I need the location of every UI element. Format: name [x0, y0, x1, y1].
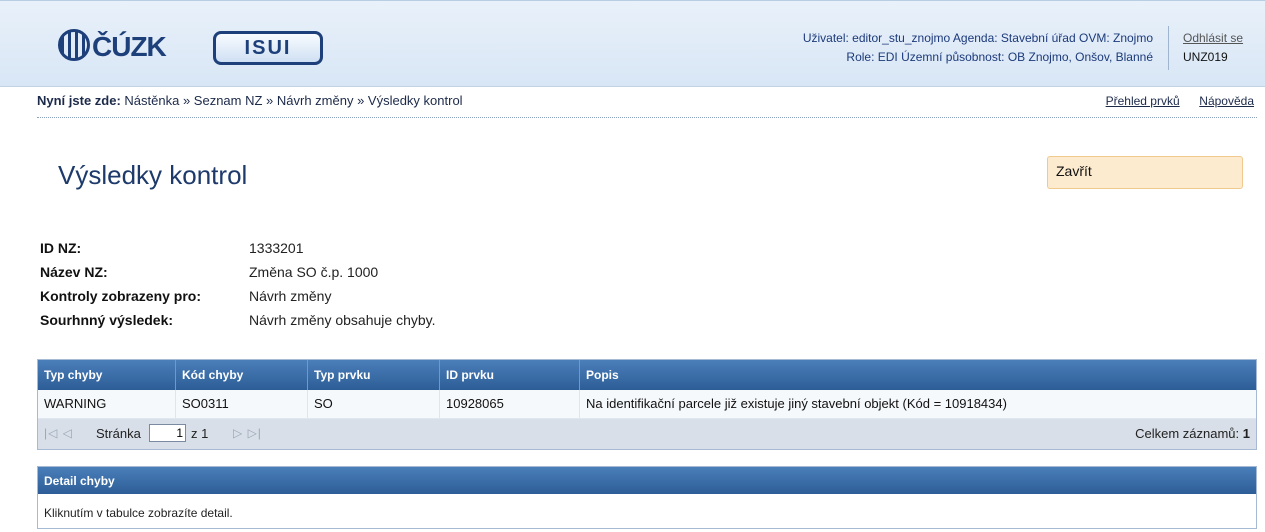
logout-link[interactable]: Odhlásit se — [1183, 29, 1243, 48]
error-detail-panel: Detail chyby Kliknutím v tabulce zobrazí… — [37, 466, 1257, 529]
table-cell: SO — [308, 390, 440, 418]
id-value: 1333201 — [249, 240, 304, 256]
user-line-1: Uživatel: editor_stu_znojmo Agenda: Stav… — [802, 31, 1153, 45]
page-count: z 1 — [191, 426, 209, 441]
close-button[interactable]: Zavřít — [1047, 156, 1243, 189]
result-label: Sourhnný výsledek: — [40, 312, 174, 328]
page-number-input[interactable] — [149, 424, 186, 442]
id-label: ID NZ: — [40, 240, 82, 256]
help-link[interactable]: Nápověda — [1199, 94, 1254, 108]
breadcrumb: Nyní jste zde: Nástěnka » Seznam NZ » Ná… — [37, 93, 1257, 118]
table-cell: Na identifikační parcele již existuje ji… — [586, 396, 1007, 411]
results-table: Typ chyby Kód chyby Typ prvku ID prvku P… — [37, 359, 1257, 450]
cuzk-logo[interactable]: ČÚZK — [58, 29, 167, 63]
logout-area: Odhlásit se UNZ019 — [1183, 29, 1243, 67]
table-header: Typ chyby Kód chyby Typ prvku ID prvku P… — [38, 360, 1256, 390]
total-records: Celkem záznamů: 1 — [1135, 426, 1250, 441]
first-prev-page-icons[interactable]: |◁ ◁ — [44, 426, 73, 440]
shown-for-value: Návrh změny — [249, 288, 332, 304]
total-value: 1 — [1242, 426, 1250, 441]
user-info: Uživatel: editor_stu_znojmo Agenda: Stav… — [803, 29, 1153, 67]
table-cell: 10928065 — [440, 390, 580, 418]
table-cell: SO0311 — [176, 390, 308, 418]
shown-for-label: Kontroly zobrazeny pro: — [40, 288, 202, 304]
column-header[interactable]: Kód chyby — [176, 360, 308, 390]
column-header[interactable]: Typ chyby — [38, 360, 176, 390]
detail-title: Detail chyby — [38, 467, 1256, 494]
next-last-page-icons[interactable]: ▷ ▷| — [233, 426, 262, 440]
page-label: Stránka — [96, 426, 141, 441]
column-header[interactable]: Popis — [580, 360, 1256, 390]
cuzk-logo-text: ČÚZK — [92, 31, 167, 62]
table-row[interactable]: WARNING SO0311 SO 10928065 Na identifika… — [38, 390, 1256, 419]
overview-link[interactable]: Přehled prvků — [1106, 94, 1180, 108]
column-header[interactable]: Typ prvku — [308, 360, 440, 390]
user-line-2: Role: EDI Územní působnost: OB Znojmo, O… — [846, 50, 1153, 64]
pager: |◁ ◁ Stránka z 1 ▷ ▷| Celkem záznamů: 1 — [38, 419, 1256, 449]
user-code: UNZ019 — [1183, 50, 1228, 64]
name-value: Změna SO č.p. 1000 — [249, 264, 379, 280]
isui-logo[interactable]: ISUI — [213, 31, 323, 65]
table-cell: WARNING — [38, 390, 176, 418]
detail-text: Kliknutím v tabulce zobrazíte detail. — [44, 506, 233, 520]
result-value: Návrh změny obsahuje chyby. — [249, 312, 436, 328]
column-header[interactable]: ID prvku — [440, 360, 580, 390]
breadcrumb-label: Nyní jste zde: — [37, 93, 121, 108]
header-divider — [1168, 26, 1169, 70]
app-header: ČÚZK ISUI Uživatel: editor_stu_znojmo Ag… — [0, 0, 1265, 87]
total-label: Celkem záznamů: — [1135, 426, 1240, 441]
info-block: ID NZ: 1333201 Název NZ: Změna SO č.p. 100… — [40, 236, 640, 332]
page-title: Výsledky kontrol — [58, 160, 248, 190]
breadcrumb-path[interactable]: Nástěnka » Seznam NZ » Návrh změny » Výs… — [124, 93, 462, 108]
name-label: Název NZ: — [40, 264, 108, 280]
globe-icon — [58, 29, 90, 61]
